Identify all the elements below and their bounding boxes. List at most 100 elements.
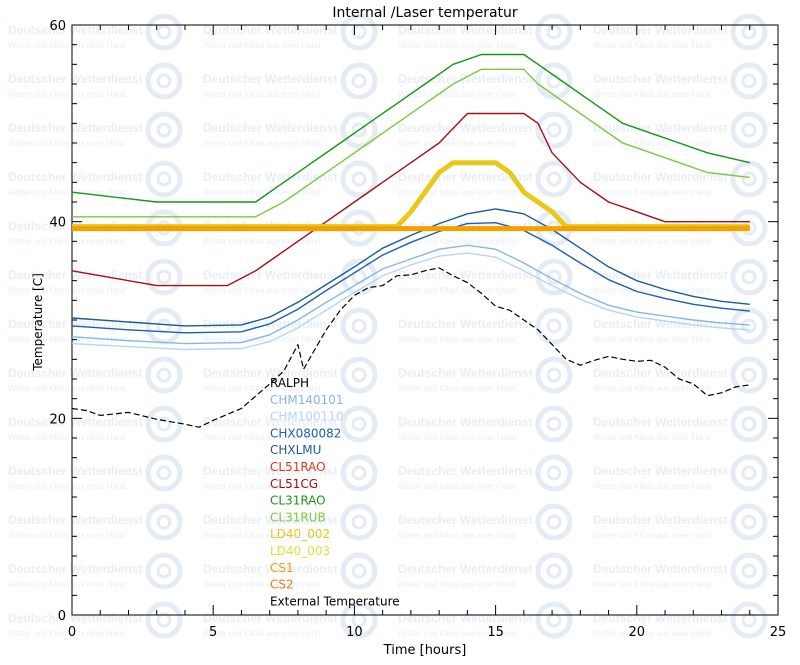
- watermark-tile: Deutscher WetterdienstWetter und Klima a…: [593, 13, 768, 51]
- watermark-tile: Deutscher WetterdienstWetter und Klima a…: [203, 111, 378, 149]
- dwd-logo-icon: [535, 454, 573, 492]
- watermark-name: Deutscher Wetterdienst: [8, 366, 142, 380]
- watermark-tagline: Wetter und Klima aus einer Hand: [8, 580, 126, 589]
- dwd-logo-icon: [145, 405, 183, 443]
- watermark-tagline: Wetter und Klima aus einer Hand: [8, 384, 126, 393]
- watermark-tagline: Wetter und Klima aus einer Hand: [8, 286, 126, 295]
- watermark-tile: Deutscher WetterdienstWetter und Klima a…: [398, 62, 573, 100]
- watermark-tile: Deutscher WetterdienstWetter und Klima a…: [8, 160, 183, 198]
- dwd-logo-inner: [156, 318, 172, 334]
- dwd-logo-inner: [546, 563, 562, 579]
- dwd-logo-inner: [546, 514, 562, 530]
- dwd-logo-icon: [145, 552, 183, 590]
- chart-title: Internal /Laser temperatur: [332, 5, 518, 21]
- y-tick-label: 20: [49, 412, 66, 427]
- dwd-logo-inner: [741, 122, 757, 138]
- watermark-name: Deutscher Wetterdienst: [593, 72, 727, 86]
- watermark-tagline: Wetter und Klima aus einer Hand: [593, 237, 711, 246]
- dwd-logo-inner: [351, 563, 367, 579]
- dwd-logo-inner: [351, 318, 367, 334]
- dwd-logo-inner: [546, 73, 562, 89]
- watermark-name: Deutscher Wetterdienst: [398, 72, 532, 86]
- watermark-tagline: Wetter und Klima aus einer Hand: [593, 580, 711, 589]
- dwd-logo-inner: [741, 269, 757, 285]
- watermark-tagline: Wetter und Klima aus einer Hand: [8, 41, 126, 50]
- y-tick-label: 40: [49, 216, 66, 231]
- dwd-logo-inner: [156, 122, 172, 138]
- watermark-tile: Deutscher WetterdienstWetter und Klima a…: [398, 552, 573, 590]
- legend-item-chx080082: CHX080082: [270, 426, 341, 440]
- watermark-tagline: Wetter und Klima aus einer Hand: [593, 188, 711, 197]
- x-tick-label: 0: [68, 625, 76, 640]
- x-tick-label: 15: [487, 625, 504, 640]
- dwd-logo-inner: [156, 367, 172, 383]
- watermark-tile: Deutscher WetterdienstWetter und Klima a…: [398, 601, 573, 639]
- watermark-name: Deutscher Wetterdienst: [398, 513, 532, 527]
- dwd-logo-inner: [741, 563, 757, 579]
- watermark-tagline: Wetter und Klima aus einer Hand: [398, 531, 516, 540]
- watermark-name: Deutscher Wetterdienst: [593, 464, 727, 478]
- watermark-name: Deutscher Wetterdienst: [593, 611, 727, 625]
- dwd-logo-inner: [351, 367, 367, 383]
- watermark-name: Deutscher Wetterdienst: [593, 415, 727, 429]
- watermark-name: Deutscher Wetterdienst: [593, 366, 727, 380]
- watermark-tile: Deutscher WetterdienstWetter und Klima a…: [593, 160, 768, 198]
- watermark-tagline: Wetter und Klima aus einer Hand: [203, 580, 321, 589]
- dwd-logo-inner: [546, 465, 562, 481]
- dwd-logo-icon: [730, 307, 768, 345]
- watermark-tile: Deutscher WetterdienstWetter und Klima a…: [593, 356, 768, 394]
- watermark-tile: Deutscher WetterdienstWetter und Klima a…: [593, 258, 768, 296]
- dwd-logo-inner: [156, 612, 172, 628]
- dwd-logo-inner: [156, 416, 172, 432]
- watermark-tile: Deutscher Wetterdienst Wetter und Klima a…: [8, 601, 183, 639]
- dwd-logo-inner: [741, 416, 757, 432]
- dwd-logo-icon: [145, 62, 183, 100]
- watermark-tile: Deutscher Wetterdienst Wetter und Klima a…: [203, 62, 378, 100]
- dwd-logo-icon: [535, 160, 573, 198]
- watermark-tagline: Wetter und Klima aus einer Hand: [8, 629, 126, 638]
- watermark-tagline: Wetter und Klima aus einer Hand: [398, 188, 516, 197]
- watermark-tagline: Wetter und Klima aus einer Hand: [203, 90, 321, 99]
- watermark-name: Deutscher Wetterdienst: [203, 268, 337, 282]
- dwd-logo-inner: [351, 416, 367, 432]
- watermark-name: Deutscher Wetterdienst: [593, 562, 727, 576]
- watermark-tile: Deutscher WetterdienstWetter und Klima a…: [203, 258, 378, 296]
- x-tick-label: 10: [346, 625, 363, 640]
- dwd-logo-inner: [741, 514, 757, 530]
- legend-item-cl51cg: CL51CG: [270, 477, 318, 491]
- legend-item-cs2: CS2: [270, 578, 294, 592]
- watermark-tile: Deutscher WetterdienstWetter und Klima a…: [593, 405, 768, 443]
- legend-item-cl31rao: CL31RAO: [270, 494, 326, 508]
- watermark-tagline: Wetter und Klima aus einer Hand: [398, 384, 516, 393]
- watermark-tagline: Wetter und Klima aus einer Hand: [593, 335, 711, 344]
- dwd-logo-inner: [546, 122, 562, 138]
- watermark-name: Deutscher Wetterdienst: [203, 72, 337, 86]
- watermark-tagline: Wetter und Klima aus einer Hand: [398, 335, 516, 344]
- watermark-name: Deutscher Wetterdienst: [8, 611, 142, 625]
- legend-item-external-temperature: External Temperature: [270, 594, 400, 608]
- watermark-tagline: Wetter und Klima aus einer Hand: [203, 629, 321, 638]
- dwd-logo-icon: [145, 601, 183, 639]
- watermark-tagline: Wetter und Klima aus einer Hand: [593, 90, 711, 99]
- watermark-tagline: Wetter und Klima aus einer Hand: [8, 531, 126, 540]
- dwd-logo-icon: [145, 13, 183, 51]
- watermark-tile: Deutscher Wetterdienst Wetter und Klima a…: [398, 503, 573, 541]
- watermark-tagline: Wetter und Klima aus einer Hand: [593, 531, 711, 540]
- dwd-logo-icon: [340, 552, 378, 590]
- dwd-logo-inner: [546, 416, 562, 432]
- dwd-logo-inner: [741, 612, 757, 628]
- dwd-logo-inner: [156, 171, 172, 187]
- dwd-logo-icon: [145, 258, 183, 296]
- watermark-name: Deutscher Wetterdienst: [8, 513, 142, 527]
- x-tick-label: 25: [770, 625, 787, 640]
- dwd-logo-icon: [535, 405, 573, 443]
- dwd-logo-inner: [351, 171, 367, 187]
- legend-item-cs1: CS1: [270, 561, 294, 575]
- dwd-logo-inner: [156, 24, 172, 40]
- y-axis-label: Temperature [C]: [31, 273, 45, 372]
- dwd-logo-inner: [741, 73, 757, 89]
- watermark-name: Deutscher Wetterdienst: [8, 562, 142, 576]
- dwd-logo-icon: [730, 503, 768, 541]
- watermark-tagline: Wetter und Klima aus einer Hand: [398, 433, 516, 442]
- watermark-tile: Deutscher WetterdienstWetter und Klima a…: [398, 111, 573, 149]
